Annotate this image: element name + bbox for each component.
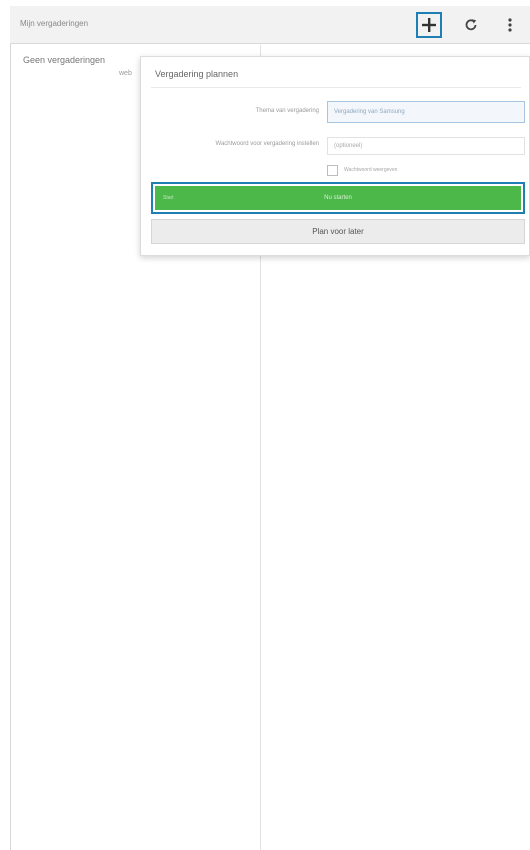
start-now-button[interactable]: Start Nu starten	[155, 186, 521, 210]
show-password-label: Wachtwoord weergeven	[344, 167, 398, 173]
add-meeting-button[interactable]	[416, 12, 442, 38]
overflow-menu-button[interactable]	[500, 12, 520, 38]
plan-meeting-dialog: Vergadering plannen Thema van vergaderin…	[140, 56, 530, 256]
dialog-title: Vergadering plannen	[155, 69, 239, 79]
show-password-checkbox[interactable]	[327, 164, 338, 176]
refresh-button[interactable]	[458, 12, 484, 38]
theme-label: Thema van vergadering	[255, 108, 319, 114]
start-hint: Start	[163, 195, 174, 201]
action-bar: Mijn vergaderingen	[10, 6, 530, 44]
app-title: Mijn vergaderingen	[20, 19, 89, 28]
plus-icon	[422, 18, 436, 32]
start-now-label: Nu starten	[324, 195, 352, 201]
start-now-highlight: Start Nu starten	[151, 182, 525, 214]
password-input[interactable]: (optioneel)	[327, 137, 525, 155]
password-label: Wachtwoord voor vergadering instellen	[215, 141, 320, 147]
plan-later-button[interactable]: Plan voor later	[151, 219, 525, 244]
list-item-subtitle: web	[119, 70, 132, 77]
more-vertical-icon	[508, 18, 512, 32]
list-item-title[interactable]: Geen vergaderingen	[23, 55, 105, 65]
plan-later-label: Plan voor later	[312, 227, 364, 236]
refresh-icon	[465, 19, 477, 31]
theme-input[interactable]: Vergadering van Samsung	[327, 101, 525, 123]
title-divider	[151, 87, 521, 88]
show-password-row: Wachtwoord weergeven	[327, 163, 397, 177]
